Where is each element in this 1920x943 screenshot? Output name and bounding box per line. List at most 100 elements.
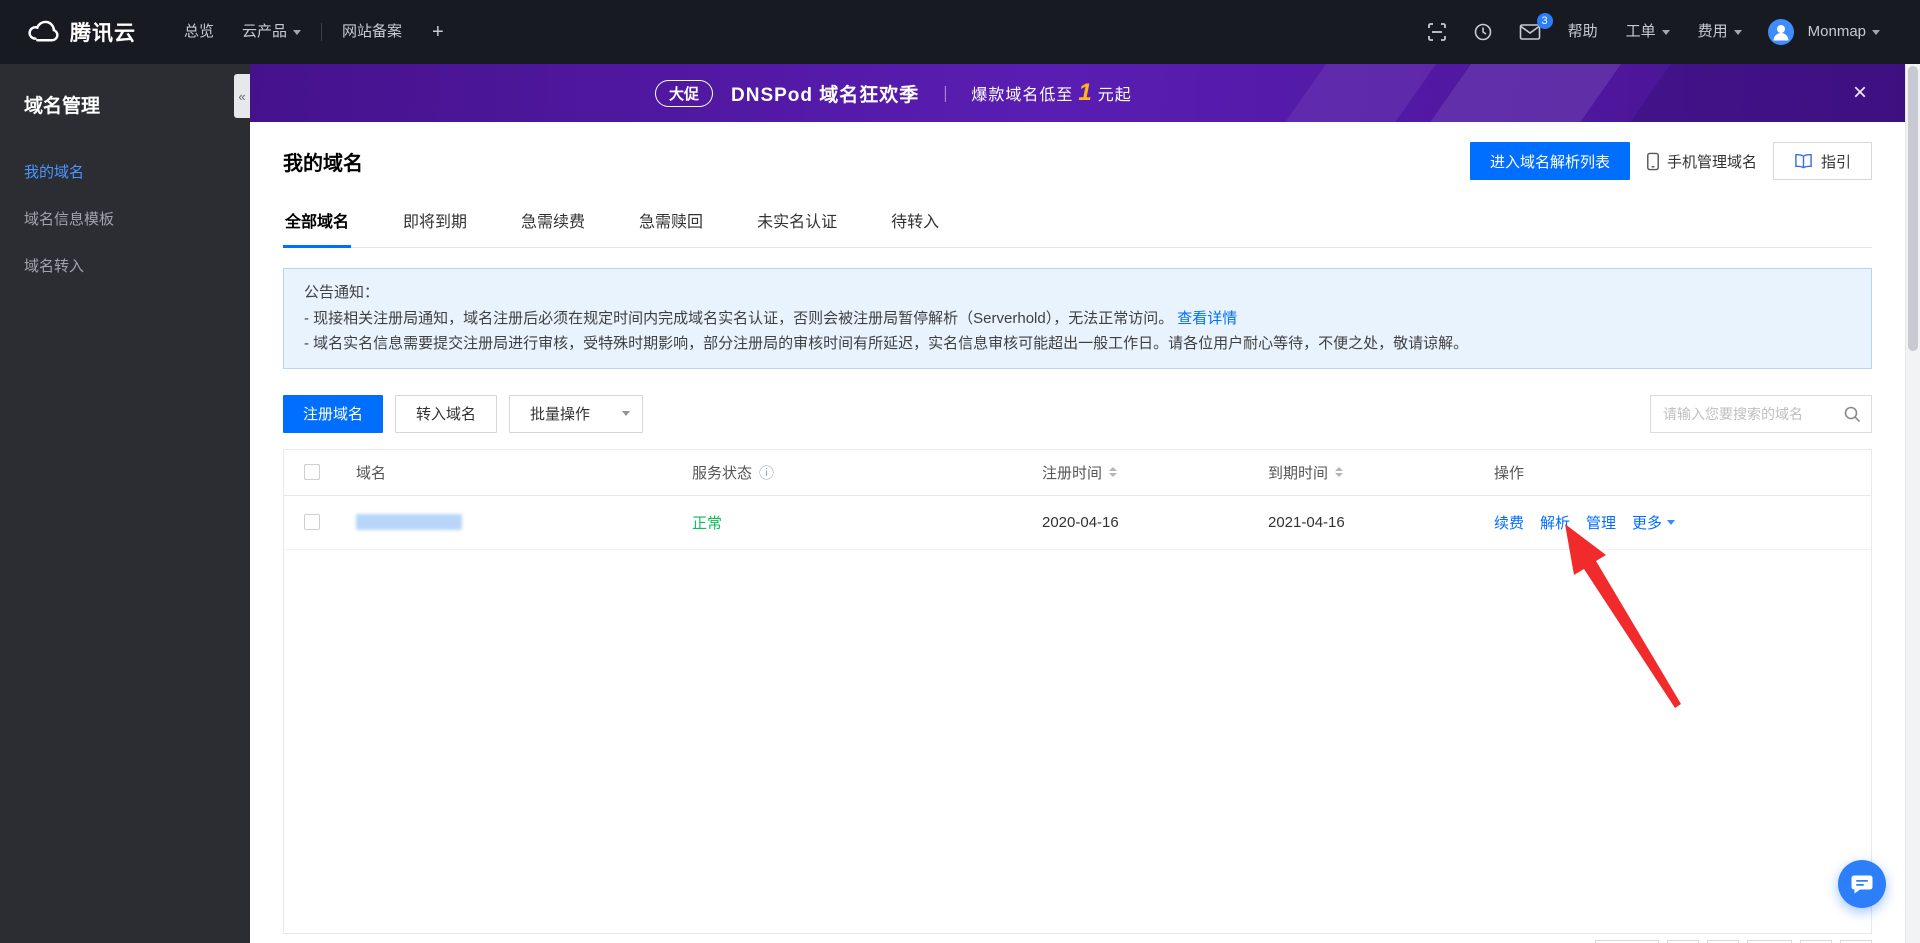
sidebar-item-my-domains[interactable]: 我的域名 bbox=[0, 148, 250, 195]
enter-dns-list-button[interactable]: 进入域名解析列表 bbox=[1469, 142, 1630, 180]
nav-divider bbox=[321, 23, 323, 41]
sort-icon[interactable] bbox=[1335, 467, 1344, 477]
add-tab-button[interactable]: + bbox=[416, 0, 460, 64]
messages-icon[interactable]: 3 bbox=[1506, 0, 1554, 64]
topnav-right: 3 帮助 工单 费用 Monmap bbox=[1414, 0, 1894, 64]
row-cell-checkbox bbox=[284, 514, 340, 530]
sidebar-item-domain-info-template[interactable]: 域名信息模板 bbox=[0, 195, 250, 242]
chevron-down-icon bbox=[1667, 519, 1676, 525]
brand-name: 腾讯云 bbox=[70, 22, 136, 45]
chevron-down-icon bbox=[293, 29, 302, 35]
main-content: 我的域名 进入域名解析列表 手机管理域名 指引 全部域名 即将到期 急需续费 急… bbox=[250, 122, 1905, 943]
nav-item-billing[interactable]: 费用 bbox=[1684, 0, 1756, 64]
announcement-box: 公告通知： - 现接相关注册局通知，域名注册后必须在规定时间内完成域名实名认证，… bbox=[283, 268, 1872, 369]
table-row: 正常 2020-04-16 2021-04-16 续费 解析 管理 更多 bbox=[284, 496, 1871, 550]
promo-price-number: 1 bbox=[1078, 79, 1093, 106]
table-toolbar: 注册域名 转入域名 批量操作 bbox=[283, 394, 1878, 433]
search-icon[interactable] bbox=[1843, 405, 1861, 423]
first-page-button[interactable]: |◀ bbox=[1666, 939, 1699, 943]
nav-item-cloud-products[interactable]: 云产品 bbox=[228, 0, 315, 64]
guide-label: 指引 bbox=[1820, 153, 1851, 171]
pagination-controls: 每页显示行 20 |◀ ◀ 1/1 ▶ ▶| bbox=[1517, 939, 1872, 943]
domain-name-redacted[interactable] bbox=[356, 514, 462, 530]
status-badge: 正常 bbox=[692, 514, 723, 532]
table-header-row: 域名 服务状态 ⓘ 注册时间 到期时间 操作 bbox=[284, 450, 1871, 496]
registered-date: 2020-04-16 bbox=[1042, 513, 1119, 531]
tab-all-domains[interactable]: 全部域名 bbox=[283, 204, 352, 248]
tab-urgent-renewal[interactable]: 急需续费 bbox=[519, 204, 587, 247]
prev-page-button[interactable]: ◀ bbox=[1706, 939, 1739, 943]
header-cell-checkbox bbox=[284, 464, 340, 480]
resolve-link[interactable]: 解析 bbox=[1540, 512, 1570, 533]
chevron-down-icon bbox=[622, 411, 631, 416]
col-header-registered[interactable]: 注册时间 bbox=[1026, 462, 1252, 483]
scan-icon[interactable] bbox=[1414, 0, 1460, 64]
manage-link[interactable]: 管理 bbox=[1586, 512, 1616, 533]
promo-banner-content: 大促 DNSPod 域名狂欢季 ｜ 爆款域名低至 1 元起 bbox=[655, 64, 1132, 122]
batch-operations-dropdown[interactable]: 批量操作 bbox=[509, 394, 644, 433]
view-details-link[interactable]: 查看详情 bbox=[1177, 310, 1237, 327]
announcement-title: 公告通知： bbox=[304, 284, 380, 301]
tab-urgent-redemption[interactable]: 急需赎回 bbox=[637, 204, 705, 247]
col-header-expire-label: 到期时间 bbox=[1268, 464, 1329, 482]
promo-banner[interactable]: 大促 DNSPod 域名狂欢季 ｜ 爆款域名低至 1 元起 × bbox=[250, 64, 1905, 122]
sort-icon[interactable] bbox=[1109, 467, 1118, 477]
sidebar: « 域名管理 我的域名 域名信息模板 域名转入 bbox=[0, 64, 250, 943]
tab-pending-transfer[interactable]: 待转入 bbox=[889, 204, 941, 247]
more-dropdown-label: 更多 bbox=[1632, 514, 1663, 532]
tab-expiring-soon[interactable]: 即将到期 bbox=[401, 204, 469, 247]
primary-nav: 总览 云产品 网站备案 + bbox=[170, 0, 460, 64]
nav-item-tickets[interactable]: 工单 bbox=[1612, 0, 1684, 64]
user-menu[interactable]: Monmap bbox=[1794, 0, 1894, 64]
page-title: 我的域名 bbox=[283, 152, 363, 175]
select-all-checkbox[interactable] bbox=[304, 464, 320, 480]
mobile-manage-button[interactable]: 手机管理域名 bbox=[1646, 151, 1757, 172]
nav-item-overview[interactable]: 总览 bbox=[170, 0, 228, 64]
chat-icon bbox=[1850, 872, 1874, 896]
sidebar-item-domain-transfer-in[interactable]: 域名转入 bbox=[0, 242, 250, 289]
more-dropdown[interactable]: 更多 bbox=[1632, 512, 1676, 533]
row-checkbox[interactable] bbox=[304, 514, 320, 530]
col-header-expire[interactable]: 到期时间 bbox=[1252, 462, 1478, 483]
info-icon[interactable]: ⓘ bbox=[759, 462, 774, 483]
domain-tabs: 全部域名 即将到期 急需续费 急需赎回 未实名认证 待转入 bbox=[283, 204, 1872, 248]
col-header-actions: 操作 bbox=[1494, 464, 1525, 482]
chevron-down-icon bbox=[1661, 29, 1670, 35]
promo-badge: 大促 bbox=[655, 79, 714, 107]
last-page-button[interactable]: ▶| bbox=[1840, 939, 1872, 943]
promo-subtitle-prefix: 爆款域名低至 bbox=[971, 87, 1074, 104]
renew-link[interactable]: 续费 bbox=[1494, 512, 1524, 533]
domain-search bbox=[1650, 394, 1878, 433]
brand-logo[interactable]: 腾讯云 bbox=[26, 15, 136, 49]
promo-title: DNSPod 域名狂欢季 bbox=[731, 84, 920, 106]
banner-decoration bbox=[1411, 64, 1639, 122]
history-clock-icon[interactable] bbox=[1460, 0, 1506, 64]
scrollbar[interactable] bbox=[1905, 64, 1920, 943]
chat-widget-button[interactable] bbox=[1838, 860, 1886, 908]
chevron-down-icon bbox=[1872, 29, 1880, 35]
announcement-line-1: - 现接相关注册局通知，域名注册后必须在规定时间内完成域名实名认证，否则会被注册… bbox=[304, 306, 1851, 332]
announcement-line-2: - 域名实名信息需要提交注册局进行审核，受特殊时期影响，部分注册局的审核时间有所… bbox=[304, 335, 1469, 352]
nav-item-website-filing[interactable]: 网站备案 bbox=[328, 0, 416, 64]
pagination: 共1条 每页显示行 20 |◀ ◀ 1/1 ▶ ▶| bbox=[283, 939, 1872, 943]
row-cell-status: 正常 bbox=[676, 512, 1026, 533]
transfer-in-domain-button[interactable]: 转入域名 bbox=[395, 394, 498, 433]
page-header: 我的域名 进入域名解析列表 手机管理域名 指引 bbox=[283, 142, 1872, 180]
close-icon[interactable]: × bbox=[1853, 81, 1867, 105]
per-page-select[interactable]: 20 bbox=[1594, 939, 1659, 943]
username-label: Monmap bbox=[1807, 23, 1866, 40]
nav-item-help[interactable]: 帮助 bbox=[1554, 0, 1612, 64]
avatar[interactable] bbox=[1767, 19, 1794, 45]
sidebar-collapse-button[interactable]: « bbox=[234, 74, 250, 118]
top-navbar: 腾讯云 总览 云产品 网站备案 + 3 帮助 工单 费用 Monmap bbox=[0, 0, 1920, 64]
scrollbar-thumb[interactable] bbox=[1908, 66, 1918, 351]
register-domain-button[interactable]: 注册域名 bbox=[283, 394, 384, 433]
next-page-button[interactable]: ▶ bbox=[1800, 939, 1832, 943]
total-count: 共1条 bbox=[283, 940, 319, 943]
phone-icon bbox=[1646, 152, 1660, 171]
nav-item-billing-label: 费用 bbox=[1697, 23, 1728, 40]
batch-operations-label: 批量操作 bbox=[530, 406, 591, 423]
col-header-registered-label: 注册时间 bbox=[1042, 464, 1103, 482]
tab-not-verified[interactable]: 未实名认证 bbox=[755, 204, 839, 247]
guide-button[interactable]: 指引 bbox=[1772, 142, 1872, 180]
